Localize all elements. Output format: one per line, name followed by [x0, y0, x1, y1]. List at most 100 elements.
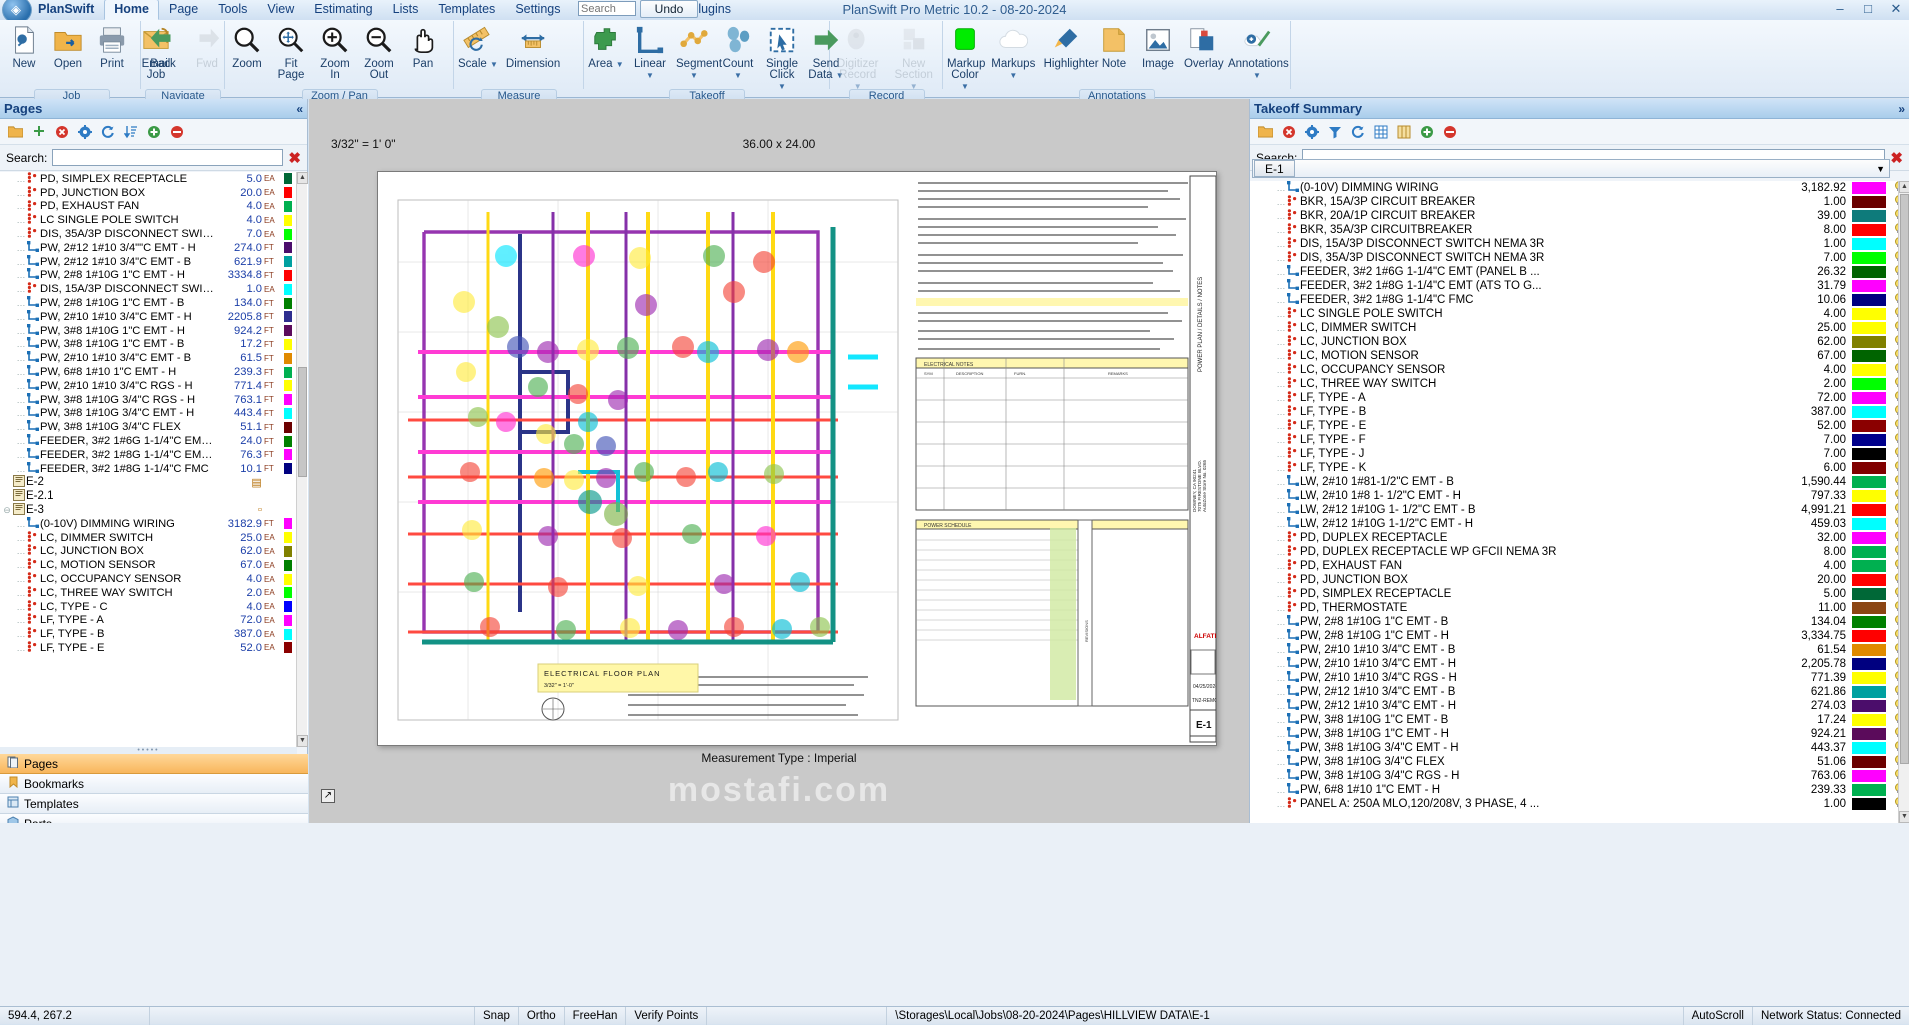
- color-swatch[interactable]: [284, 407, 292, 419]
- color-swatch[interactable]: [1852, 714, 1886, 726]
- takeoff-tree-item[interactable]: … PW, 2#8 1#10G 1"C EMT - H 3334.8 FT: [0, 268, 308, 283]
- takeoff-tree-item[interactable]: … PW, 6#8 1#10 1"C EMT - H 239.3 FT: [0, 365, 308, 379]
- scroll-down-button[interactable]: ▼: [297, 735, 308, 747]
- color-swatch[interactable]: [1852, 252, 1886, 264]
- color-swatch[interactable]: [1852, 784, 1886, 796]
- ribbon-button-count[interactable]: Count ▼: [716, 21, 760, 81]
- pages-tree[interactable]: … PD, SIMPLEX RECEPTACLE 5.0 EA… PD, JUNCTIO…: [0, 172, 308, 747]
- color-swatch[interactable]: [1852, 266, 1886, 278]
- chevron-down-icon[interactable]: ▼: [1009, 71, 1017, 80]
- color-swatch[interactable]: [1852, 406, 1886, 418]
- menu-tab-view[interactable]: View: [257, 0, 304, 20]
- takeoff-tree-item[interactable]: … PW, 2#12 1#10 3/4"C EMT - B 621.9 FT: [0, 254, 308, 269]
- color-swatch[interactable]: [284, 366, 292, 378]
- color-swatch[interactable]: [1852, 434, 1886, 446]
- zoom-minus-icon[interactable]: [1442, 124, 1457, 139]
- scroll-up-button[interactable]: ▲: [297, 172, 308, 184]
- scroll-down-button[interactable]: ▼: [1899, 811, 1909, 823]
- ribbon-button-annotations[interactable]: Annotations ▼: [1224, 21, 1290, 81]
- takeoff-tree-item[interactable]: … LC, DIMMER SWITCH 25.0 EA: [0, 530, 308, 545]
- ribbon-button-new[interactable]: New: [2, 21, 46, 70]
- status-freehand[interactable]: FreeHan: [565, 1006, 627, 1025]
- ribbon-button-zoom[interactable]: Zoom: [225, 21, 269, 70]
- takeoff-summary-row[interactable]: … LC, THREE WAY SWITCH 2.00: [1250, 377, 1909, 391]
- ribbon-button-zoom-in[interactable]: Zoom In: [313, 21, 357, 81]
- takeoff-summary-row[interactable]: … LF, TYPE - A 72.00: [1250, 391, 1909, 405]
- takeoff-summary-row[interactable]: … FEEDER, 3#2 1#8G 1-1/4"C EMT (ATS TO G.…: [1250, 279, 1909, 293]
- color-swatch[interactable]: [1852, 490, 1886, 502]
- color-swatch[interactable]: [1852, 336, 1886, 348]
- color-swatch[interactable]: [1852, 770, 1886, 782]
- takeoff-summary-row[interactable]: … LW, 2#10 1#8 1- 1/2"C EMT - H 797.33: [1250, 489, 1909, 503]
- undo-button[interactable]: Undo: [640, 0, 698, 18]
- ribbon-button-open[interactable]: Open: [46, 21, 90, 70]
- menu-tab-settings[interactable]: Settings: [505, 0, 570, 20]
- takeoff-summary-row[interactable]: … LF, TYPE - F 7.00: [1250, 433, 1909, 447]
- color-swatch[interactable]: [1852, 504, 1886, 516]
- color-swatch[interactable]: [284, 269, 292, 281]
- takeoff-tree-item[interactable]: … PD, SIMPLEX RECEPTACLE 5.0 EA: [0, 172, 308, 186]
- color-swatch[interactable]: [1852, 644, 1886, 656]
- delete-icon[interactable]: [1281, 124, 1296, 139]
- ribbon-button-zoom-out[interactable]: Zoom Out: [357, 21, 401, 81]
- takeoff-tree-item[interactable]: …FEEDER, 3#2 1#8G 1-1/4"C EMT (ATS TO ..…: [0, 447, 308, 462]
- takeoff-summary-row[interactable]: … (0-10V) DIMMING WIRING 3,182.92: [1250, 181, 1909, 195]
- takeoff-summary-row[interactable]: … LC, JUNCTION BOX 62.00: [1250, 335, 1909, 349]
- color-swatch[interactable]: [284, 559, 292, 571]
- takeoff-tree-item[interactable]: … PW, 2#10 1#10 3/4"C EMT - B 61.5 FT: [0, 351, 308, 365]
- ribbon-search-input[interactable]: [578, 1, 636, 16]
- takeoff-tree-item[interactable]: …DIS, 15A/3P DISCONNECT SWITCH NEMA 3R1.…: [0, 282, 308, 296]
- color-swatch[interactable]: [284, 187, 292, 199]
- color-swatch[interactable]: [284, 435, 292, 447]
- takeoff-tree-item[interactable]: … PW, 3#8 1#10G 3/4"C FLEX 51.1 FT: [0, 420, 308, 434]
- takeoff-tree-item[interactable]: … LC, THREE WAY SWITCH 2.0 EA: [0, 585, 308, 600]
- takeoff-summary-row[interactable]: … PD, SIMPLEX RECEPTACLE 5.00: [1250, 587, 1909, 601]
- takeoff-tree-item[interactable]: … LC, JUNCTION BOX 62.0 EA: [0, 544, 308, 559]
- ribbon-button-fit-page[interactable]: Fit Page: [269, 21, 313, 81]
- color-swatch[interactable]: [284, 421, 292, 433]
- color-swatch[interactable]: [1852, 616, 1886, 628]
- takeoff-summary-row[interactable]: … PW, 3#8 1#10G 3/4"C RGS - H 763.06: [1250, 769, 1909, 783]
- takeoff-tree-item[interactable]: … PW, 2#12 1#10 3/4""C EMT - H 274.0 FT: [0, 240, 308, 255]
- sort-icon[interactable]: [123, 124, 138, 139]
- color-swatch[interactable]: [1852, 196, 1886, 208]
- color-swatch[interactable]: [1852, 364, 1886, 376]
- color-swatch[interactable]: [1852, 238, 1886, 250]
- takeoff-summary-row[interactable]: … LC, OCCUPANCY SENSOR 4.00: [1250, 363, 1909, 377]
- color-swatch[interactable]: [1852, 588, 1886, 600]
- ribbon-button-highlighter[interactable]: Highlighter: [1040, 21, 1099, 70]
- color-swatch[interactable]: [284, 297, 292, 309]
- takeoff-summary-row[interactable]: … PD, DUPLEX RECEPTACLE 32.00: [1250, 531, 1909, 545]
- takeoff-tree-item[interactable]: … PW, 2#8 1#10G 1"C EMT - B 134.0 FT: [0, 296, 308, 310]
- ribbon-button-dimension[interactable]: Dimension: [502, 21, 564, 70]
- takeoff-summary-row[interactable]: … LF, TYPE - B 387.00: [1250, 405, 1909, 419]
- takeoff-tree-item[interactable]: … LC SINGLE POLE SWITCH 4.0 EA: [0, 213, 308, 227]
- color-swatch[interactable]: [1852, 532, 1886, 544]
- ribbon-button-note[interactable]: Note: [1092, 21, 1136, 70]
- nav-item-pages[interactable]: Pages: [0, 754, 308, 774]
- color-swatch[interactable]: [284, 614, 292, 626]
- takeoff-tree-item[interactable]: … LC, TYPE - C 4.0 EA: [0, 599, 308, 614]
- minimize-button[interactable]: –: [1831, 1, 1849, 17]
- filter-icon[interactable]: [1327, 124, 1342, 139]
- takeoff-tree-item[interactable]: … LF, TYPE - A 72.0 EA: [0, 613, 308, 628]
- color-swatch[interactable]: [284, 587, 292, 599]
- color-swatch[interactable]: [284, 242, 292, 254]
- ribbon-button-scale[interactable]: Scale ▼: [454, 21, 502, 70]
- collapse-icon[interactable]: »: [1898, 102, 1905, 116]
- delete-icon[interactable]: [54, 124, 69, 139]
- color-swatch[interactable]: [284, 532, 292, 544]
- status-autoscroll[interactable]: AutoScroll: [1684, 1006, 1753, 1025]
- menu-tab-home[interactable]: Home: [104, 0, 159, 20]
- takeoff-summary-row[interactable]: … FEEDER, 3#2 1#8G 1-1/4"C FMC 10.06: [1250, 293, 1909, 307]
- menu-tab-estimating[interactable]: Estimating: [304, 0, 382, 20]
- add-icon[interactable]: [31, 124, 46, 139]
- color-swatch[interactable]: [1852, 630, 1886, 642]
- color-swatch[interactable]: [284, 573, 292, 585]
- color-swatch[interactable]: [1852, 742, 1886, 754]
- takeoff-summary-row[interactable]: … PW, 3#8 1#10G 1"C EMT - H 924.21: [1250, 727, 1909, 741]
- drawing-sheet[interactable]: ELECTRICAL NOTES SYM DESCRIPTION FURN. R…: [377, 171, 1217, 746]
- color-swatch[interactable]: [284, 394, 292, 406]
- grid-icon[interactable]: [1373, 124, 1388, 139]
- scroll-thumb[interactable]: [1900, 194, 1909, 764]
